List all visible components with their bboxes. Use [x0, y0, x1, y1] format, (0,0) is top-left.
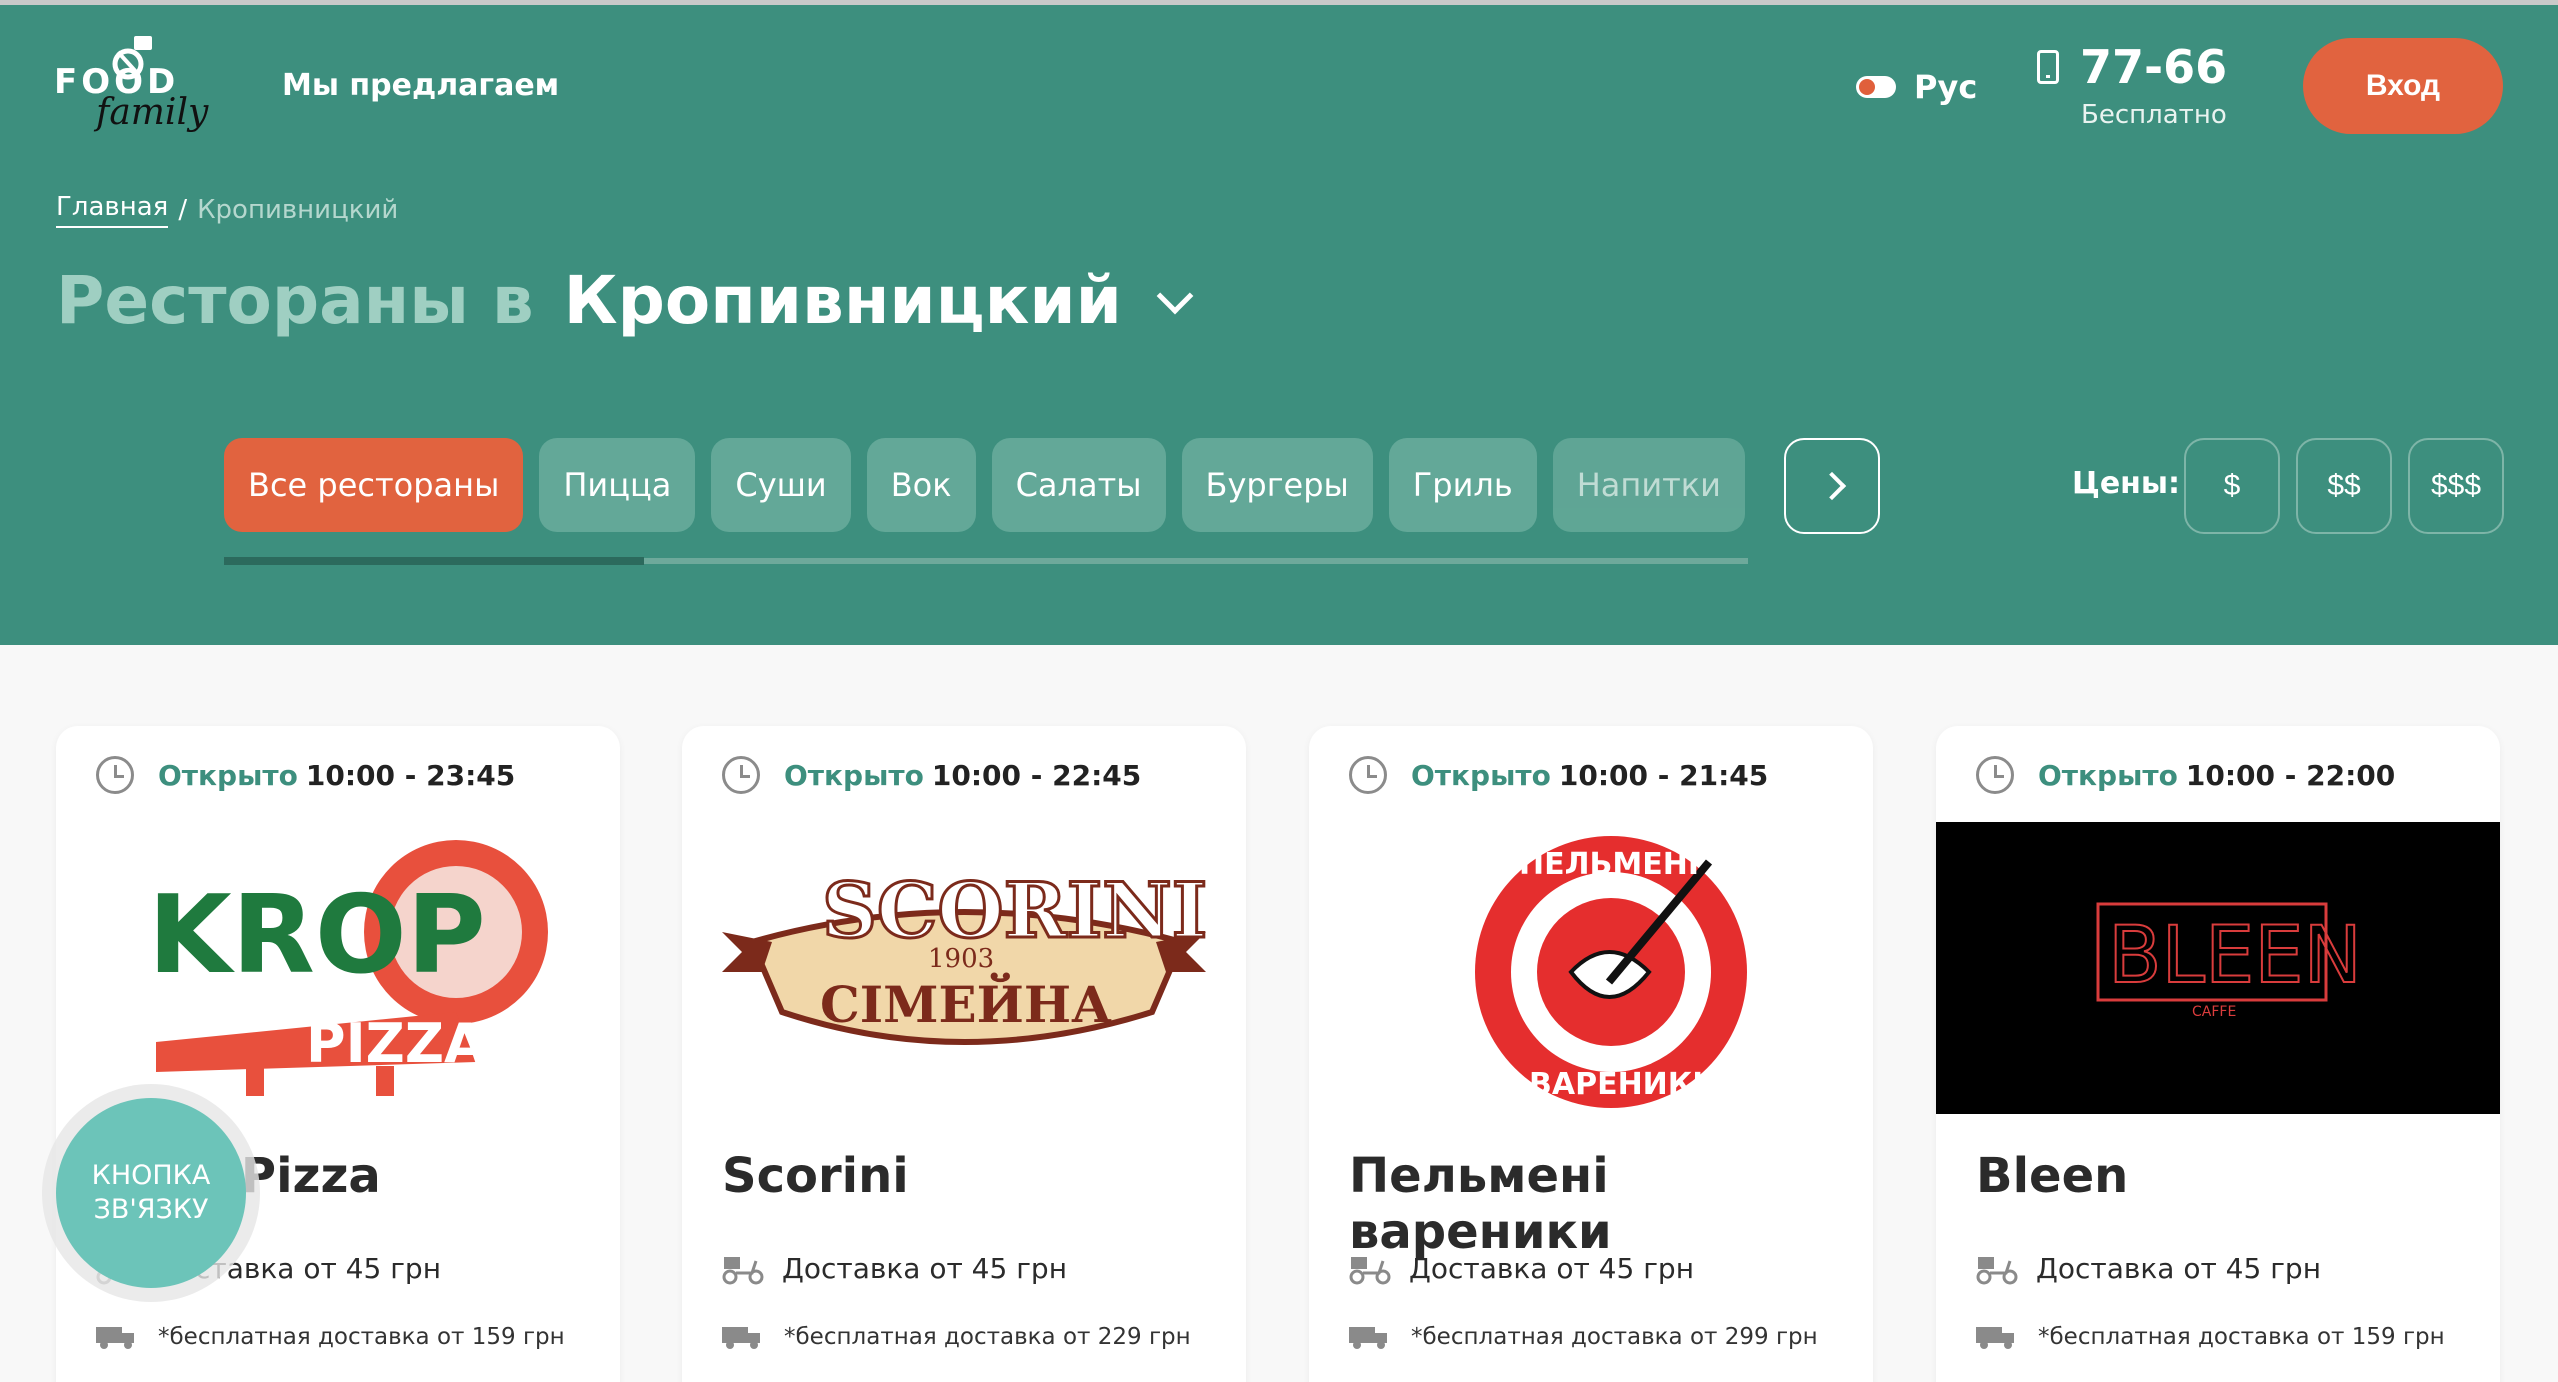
title-prefix: Рестораны в — [56, 262, 534, 339]
restaurant-card[interactable]: Открыто 10:00 - 21:45 ПЕЛЬМЕНІ ВАРЕНИКИ … — [1309, 726, 1873, 1382]
opening-hours: Открыто 10:00 - 23:45 — [96, 756, 515, 794]
restaurant-card[interactable]: Открыто 10:00 - 22:45 SCORINI 1903 СІМЕЙ… — [682, 726, 1246, 1382]
free-delivery-threshold: *бесплатная доставка от 299 грн — [1411, 1324, 1818, 1350]
restaurant-name[interactable]: Пельмені вареники — [1349, 1148, 1873, 1260]
contact-button[interactable]: КНОПКА ЗВ'ЯЗКУ — [56, 1098, 246, 1288]
category-grill[interactable]: Гриль — [1388, 438, 1537, 532]
nav-offer-link[interactable]: Мы предлагаем — [282, 68, 559, 103]
phone-note: Бесплатно — [2081, 100, 2227, 130]
category-burgers[interactable]: Бургеры — [1181, 438, 1373, 532]
restaurant-card[interactable]: Открыто 10:00 - 22:00 BLEEN CAFFE Bleen … — [1936, 726, 2500, 1382]
caffe-logo-text: CAFFE — [2192, 1004, 2236, 1020]
site-logo[interactable]: FOOD family — [52, 34, 212, 144]
language-switch[interactable]: Рус — [1856, 68, 1977, 106]
restaurant-logo: KROP PIZZA — [56, 822, 620, 1112]
restaurant-logo: ПЕЛЬМЕНІ ВАРЕНИКИ — [1309, 822, 1873, 1112]
truck-icon — [96, 1327, 134, 1349]
bleen-logo-text: BLEEN — [2108, 911, 2362, 1001]
open-hours: 10:00 - 22:45 — [931, 758, 1142, 792]
free-delivery-info: *бесплатная доставка от 229 грн — [722, 1324, 1191, 1350]
delivery-price: Доставка от 45 грн — [1409, 1252, 1695, 1285]
open-hours: 10:00 - 23:45 — [305, 758, 516, 792]
bleen-logo: BLEEN CAFFE — [1936, 822, 2500, 1114]
open-hours: 10:00 - 21:45 — [1558, 758, 1769, 792]
scooter-icon — [722, 1256, 764, 1284]
phone-icon — [2037, 50, 2059, 84]
krop-logo-text: KROP — [148, 873, 486, 998]
restaurant-name[interactable]: Scorini — [722, 1148, 909, 1204]
logo-text-family: family — [96, 92, 209, 133]
free-delivery-threshold: *бесплатная доставка от 159 грн — [158, 1324, 565, 1350]
scorini-logo: SCORINI 1903 СІМЕЙНА — [722, 865, 1209, 1045]
scooter-icon — [1349, 1256, 1391, 1284]
delivery-info: Доставка от 45 грн — [722, 1252, 1067, 1285]
category-pizza[interactable]: Пицца — [539, 438, 696, 532]
login-button[interactable]: Вход — [2303, 38, 2503, 134]
vareniki-logo-text: ВАРЕНИКИ — [1529, 1067, 1717, 1102]
restaurant-name[interactable]: Bleen — [1976, 1148, 2128, 1204]
delivery-info: Доставка от 45 грн — [1349, 1252, 1694, 1285]
categories-next-button[interactable] — [1784, 438, 1880, 534]
free-delivery-info: *бесплатная доставка от 299 грн — [1349, 1324, 1818, 1350]
truck-icon — [1349, 1327, 1387, 1349]
open-status: Открыто — [784, 758, 924, 792]
categories-scrollbar-thumb[interactable] — [224, 557, 644, 565]
scooter-icon — [1976, 1256, 2018, 1284]
truck-icon — [1976, 1327, 2014, 1349]
breadcrumb-home[interactable]: Главная — [56, 192, 169, 228]
category-sushi[interactable]: Суши — [711, 438, 851, 532]
free-delivery-info: *бесплатная доставка от 159 грн — [96, 1324, 565, 1350]
language-toggle[interactable] — [1856, 76, 1896, 98]
pelmeni-logo-text: ПЕЛЬМЕНІ — [1519, 847, 1699, 882]
delivery-price: Доставка от 45 грн — [782, 1252, 1068, 1285]
breadcrumb-current: Кропивницкий — [197, 195, 399, 225]
pizza-logo-text: PIZZA — [306, 1012, 486, 1075]
window-top-border — [0, 0, 2558, 5]
breadcrumb: Главная / Кропивницкий — [56, 192, 398, 228]
city-selector[interactable]: Кропивницкий — [564, 262, 1122, 339]
category-wok[interactable]: Вок — [866, 438, 976, 532]
category-all[interactable]: Все рестораны — [224, 438, 524, 532]
page-title: Рестораны в Кропивницкий — [56, 262, 1194, 339]
prices-label: Цены: — [2072, 466, 2181, 501]
restaurant-logo: SCORINI 1903 СІМЕЙНА — [682, 822, 1246, 1112]
contact-button-line1: КНОПКА — [91, 1160, 211, 1191]
free-delivery-threshold: *бесплатная доставка от 159 грн — [2038, 1324, 2445, 1350]
scorini-logo-text: SCORINI — [822, 866, 1207, 955]
krop-pizza-logo: KROP PIZZA — [148, 840, 548, 1096]
clock-icon — [1976, 756, 2014, 794]
category-tabs: Все рестораны Пицца Суши Вок Салаты Бург… — [224, 438, 1745, 532]
truck-icon — [722, 1327, 760, 1349]
opening-hours: Открыто 10:00 - 22:00 — [1976, 756, 2395, 794]
price-filter-low[interactable]: $ — [2184, 438, 2280, 534]
chevron-right-icon — [1817, 471, 1847, 501]
price-filter-high[interactable]: $$$ — [2408, 438, 2504, 534]
clock-icon — [722, 756, 760, 794]
page: FOOD family Мы предлагаем Рус 77-66 Бесп… — [0, 0, 2558, 1382]
clock-icon — [96, 756, 134, 794]
opening-hours: Открыто 10:00 - 22:45 — [722, 756, 1141, 794]
clock-icon — [1349, 756, 1387, 794]
phone-number[interactable]: 77-66 — [2080, 40, 2227, 94]
open-status: Открыто — [2038, 758, 2178, 792]
language-label: Рус — [1914, 68, 1978, 106]
chevron-down-icon[interactable] — [1156, 277, 1194, 314]
contact-button-line2: ЗВ'ЯЗКУ — [93, 1194, 209, 1225]
delivery-info: Доставка от 45 грн — [1976, 1252, 2321, 1285]
open-status: Открыто — [1411, 758, 1551, 792]
restaurant-logo: BLEEN CAFFE — [1936, 822, 2500, 1114]
open-status: Открыто — [158, 758, 298, 792]
scorini-year-text: 1903 — [928, 944, 994, 974]
free-delivery-threshold: *бесплатная доставка от 229 грн — [784, 1324, 1191, 1350]
scorini-family-text: СІМЕЙНА — [820, 971, 1112, 1034]
category-drinks[interactable]: Напитки — [1552, 438, 1745, 532]
pelmeni-logo: ПЕЛЬМЕНІ ВАРЕНИКИ — [1475, 836, 1747, 1108]
category-salads[interactable]: Салаты — [991, 438, 1166, 532]
opening-hours: Открыто 10:00 - 21:45 — [1349, 756, 1768, 794]
price-filter-mid[interactable]: $$ — [2296, 438, 2392, 534]
open-hours: 10:00 - 22:00 — [2185, 758, 2396, 792]
free-delivery-info: *бесплатная доставка от 159 грн — [1976, 1324, 2445, 1350]
delivery-price: Доставка от 45 грн — [2036, 1252, 2322, 1285]
breadcrumb-separator: / — [178, 195, 188, 225]
